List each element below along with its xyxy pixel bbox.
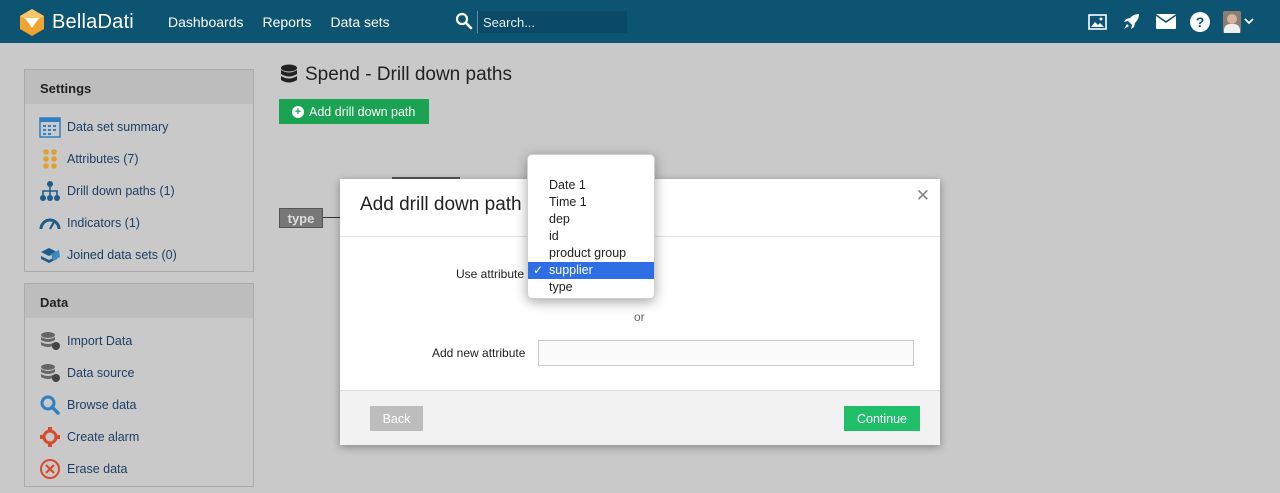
sidebar-item-indicators[interactable]: Indicators (1) (25, 207, 253, 239)
sidebar-item-import-data[interactable]: Import Data (25, 325, 253, 357)
sidebar-item-label: Create alarm (67, 430, 140, 444)
continue-button[interactable]: Continue (844, 406, 920, 431)
joined-datasets-icon (39, 244, 61, 266)
page-title: Spend - Drill down paths (280, 64, 512, 86)
top-icons: ? (1087, 0, 1254, 43)
new-attribute-label: Add new attribute (432, 346, 526, 360)
sidebar-item-erase-data[interactable]: Erase data (25, 453, 253, 485)
alarm-icon (39, 426, 61, 448)
nav-data-sets[interactable]: Data sets (331, 14, 390, 30)
sidebar-item-drill-down-paths[interactable]: Drill down paths (1) (25, 175, 253, 207)
sidebar-item-browse-data[interactable]: Browse data (25, 389, 253, 421)
drill-path-node-type[interactable]: type (279, 208, 323, 228)
sidebar-item-label: Attributes (7) (67, 152, 139, 166)
drill-path-connector (323, 217, 341, 218)
attribute-option-selected[interactable]: supplier (528, 262, 654, 279)
sidebar-item-create-alarm[interactable]: Create alarm (25, 421, 253, 453)
chevron-down-icon (1244, 18, 1254, 25)
nav-dashboards[interactable]: Dashboards (168, 14, 244, 30)
magnifier-icon (39, 394, 61, 416)
sidebar-item-data-set-summary[interactable]: Data set summary (25, 111, 253, 143)
sidebar-item-label: Data source (67, 366, 135, 380)
help-icon[interactable]: ? (1189, 11, 1210, 32)
user-menu[interactable] (1223, 10, 1254, 33)
image-icon[interactable] (1087, 11, 1108, 32)
settings-panel: Settings Data set summary Attributes (7)… (24, 69, 254, 272)
attribute-option[interactable]: product group (528, 245, 654, 262)
attribute-option[interactable]: dep (528, 211, 654, 228)
erase-icon (39, 458, 61, 480)
attributes-dots-icon (39, 148, 61, 170)
sidebar-item-label: Joined data sets (0) (67, 248, 177, 262)
avatar (1223, 10, 1241, 33)
database-icon (39, 330, 61, 352)
database-icon (281, 64, 297, 83)
attribute-option[interactable]: id (528, 228, 654, 245)
main-nav: Dashboards Reports Data sets (168, 0, 390, 43)
attribute-select-dropdown[interactable]: Date 1 Time 1 dep id product group suppl… (527, 154, 655, 299)
svg-text:?: ? (1195, 14, 1204, 30)
data-panel: Data Import Data Data source Browse data… (24, 283, 254, 487)
close-icon[interactable]: ✕ (916, 186, 930, 206)
hierarchy-icon (39, 180, 61, 202)
belladati-logo-icon (20, 9, 44, 36)
mail-icon[interactable] (1155, 11, 1176, 32)
sidebar-item-attributes[interactable]: Attributes (7) (25, 143, 253, 175)
nav-reports[interactable]: Reports (263, 14, 312, 30)
plus-icon: + (292, 105, 304, 118)
sidebar-item-label: Erase data (67, 462, 128, 476)
attribute-option[interactable]: Time 1 (528, 194, 654, 211)
search-input[interactable] (477, 11, 627, 33)
sidebar-item-label: Browse data (67, 398, 137, 412)
sidebar-item-joined-data-sets[interactable]: Joined data sets (0) (25, 239, 253, 271)
add-drill-down-path-button[interactable]: + Add drill down path (279, 99, 429, 124)
data-panel-title: Data (25, 284, 253, 318)
use-attribute-label: Use attribute (456, 267, 525, 281)
sidebar-item-data-source[interactable]: Data source (25, 357, 253, 389)
new-attribute-input[interactable] (538, 340, 914, 366)
dialog-title: Add drill down path (360, 194, 522, 215)
calendar-icon (39, 116, 61, 138)
app-logo[interactable]: BellaDati (18, 6, 134, 38)
rocket-icon[interactable] (1121, 11, 1142, 32)
attribute-option[interactable]: type (528, 279, 654, 296)
sidebar-item-label: Data set summary (67, 120, 169, 134)
gauge-icon (39, 212, 61, 234)
dialog-footer: Back Continue (340, 390, 940, 445)
top-navbar: BellaDati Dashboards Reports Data sets ? (0, 0, 1280, 43)
sidebar-item-label: Indicators (1) (67, 216, 140, 230)
search-icon[interactable] (455, 12, 473, 30)
or-label: or (634, 310, 645, 324)
settings-panel-title: Settings (25, 70, 253, 104)
page-title-text: Spend - Drill down paths (305, 64, 512, 85)
back-button[interactable]: Back (370, 406, 423, 431)
app-name: BellaDati (52, 10, 134, 33)
add-drill-down-path-label: Add drill down path (309, 104, 416, 119)
database-icon (39, 362, 61, 384)
sidebar-item-label: Drill down paths (1) (67, 184, 175, 198)
attribute-option[interactable]: Date 1 (528, 177, 654, 194)
sidebar-item-label: Import Data (67, 334, 133, 348)
